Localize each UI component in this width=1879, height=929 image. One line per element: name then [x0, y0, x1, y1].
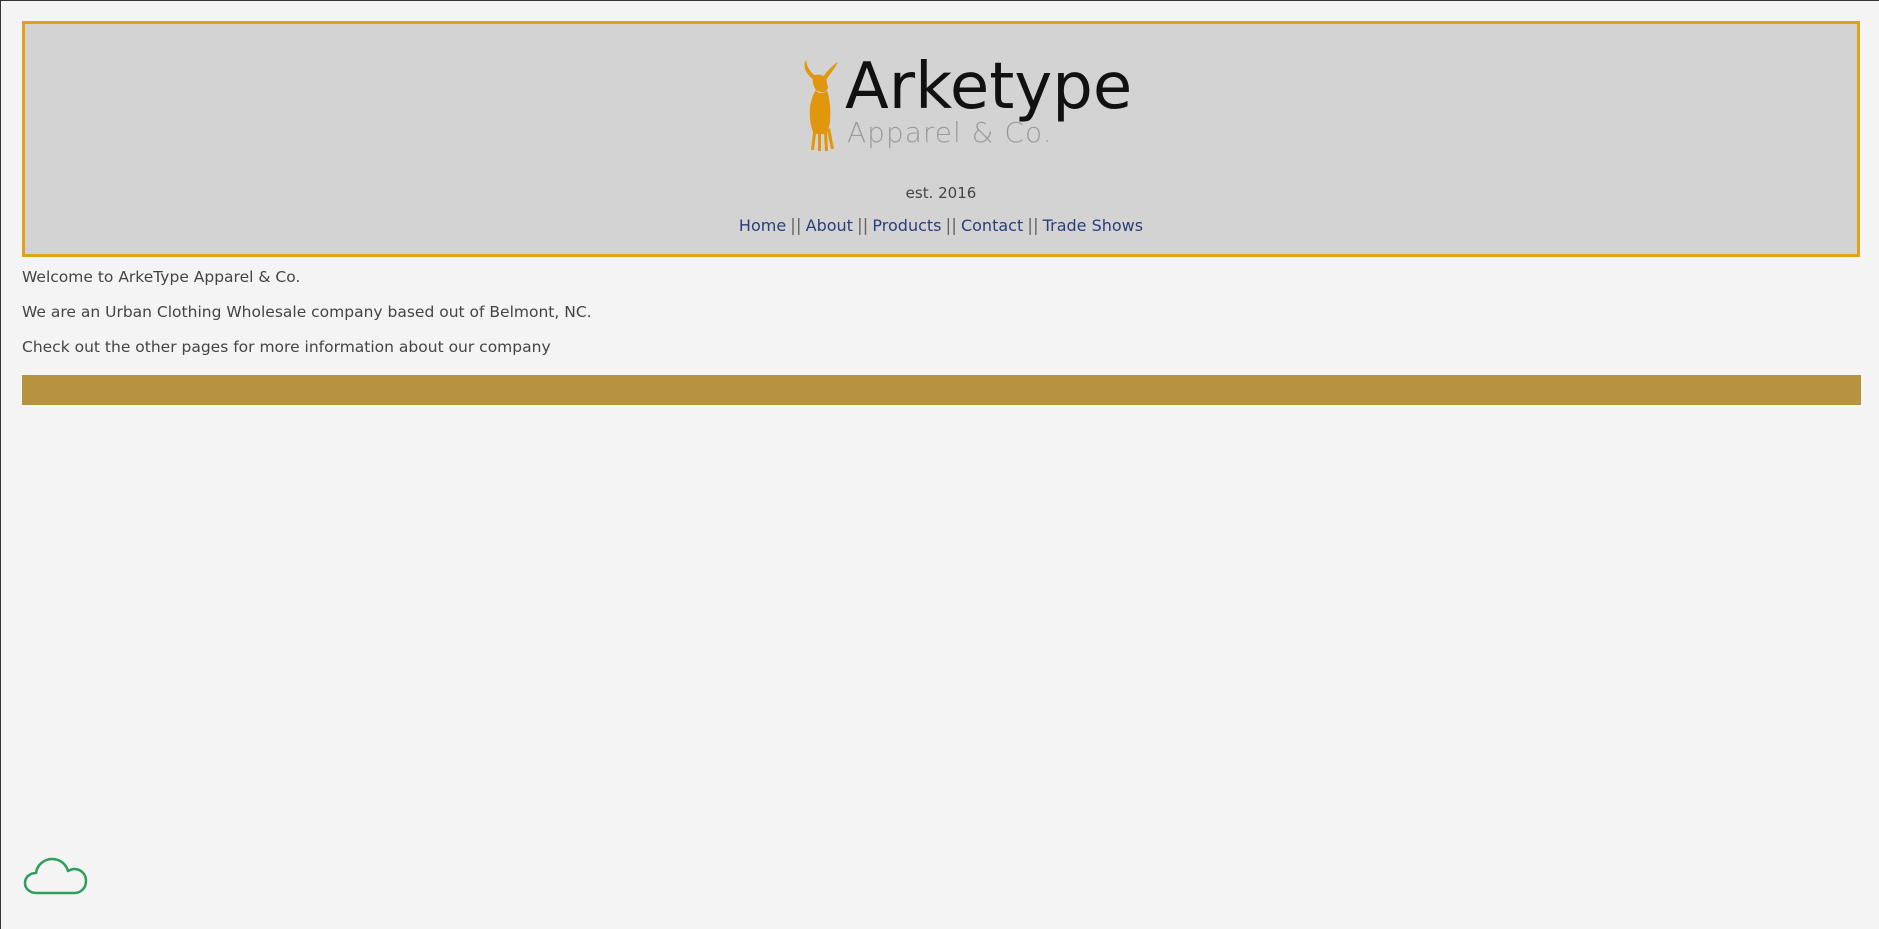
logo-subtitle: Apparel & Co.	[847, 116, 1053, 149]
nav-link-about[interactable]: About	[806, 216, 853, 235]
goat-logo-icon	[804, 60, 838, 151]
nav-separator: ||	[856, 216, 869, 236]
main-content: Welcome to ArkeType Apparel & Co. We are…	[22, 267, 592, 372]
nav-separator: ||	[945, 216, 957, 236]
nav-link-home[interactable]: Home	[739, 216, 786, 235]
more-info-paragraph: Check out the other pages for more infor…	[22, 338, 551, 356]
logo-title: Arketype	[845, 50, 1133, 124]
cloud-icon[interactable]	[23, 853, 89, 897]
site-logo[interactable]: Arketype Apparel & Co.	[775, 50, 1135, 156]
established-text: est. 2016	[905, 184, 977, 202]
nav-link-contact[interactable]: Contact	[961, 216, 1023, 235]
nav-link-products[interactable]: Products	[872, 216, 941, 235]
main-nav: Home || About || Products || Contact || Trade Sh…	[25, 216, 1857, 236]
page: Arketype Apparel & Co. est. 2016 Home || A…	[0, 0, 1879, 929]
gold-divider-bar	[22, 375, 1861, 405]
nav-separator: ||	[1027, 216, 1039, 236]
site-header: Arketype Apparel & Co. est. 2016 Home || A…	[22, 21, 1860, 257]
welcome-paragraph: Welcome to ArkeType Apparel & Co.	[22, 268, 301, 286]
nav-link-trade-shows[interactable]: Trade Shows	[1043, 216, 1143, 235]
nav-separator: ||	[790, 216, 802, 236]
about-paragraph: We are an Urban Clothing Wholesale compa…	[22, 303, 592, 321]
